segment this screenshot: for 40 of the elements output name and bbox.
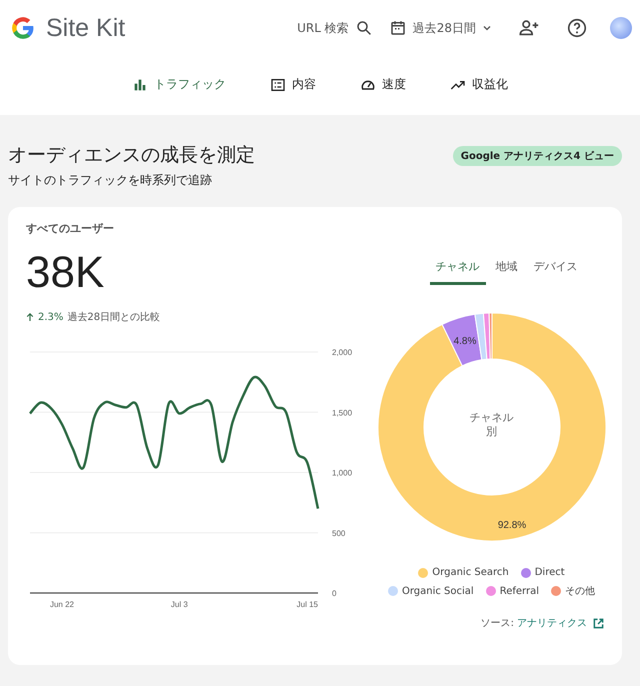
dimension-tab[interactable]: デバイス — [528, 255, 584, 285]
list-icon — [270, 76, 286, 92]
date-range-button[interactable]: 過去28日間 — [388, 19, 492, 37]
legend-label: Organic Social — [402, 586, 474, 596]
legend-label: Organic Search — [432, 567, 509, 578]
source-label: ソース: — [480, 617, 514, 630]
brand-name: Site Kit — [46, 14, 126, 42]
y-axis-label: 1,500 — [332, 408, 352, 418]
x-axis-label: Jul 15 — [296, 600, 318, 609]
dimension-tab[interactable]: チャネル — [430, 255, 486, 285]
x-axis-label: Jun 22 — [50, 600, 74, 609]
legend-label: Direct — [534, 567, 565, 578]
url-search-button[interactable]: URL 検索 — [297, 19, 373, 37]
dimension-tab[interactable]: 地域 — [490, 255, 524, 285]
slice-label: 4.8% — [453, 336, 476, 348]
help-icon[interactable] — [566, 17, 588, 39]
section-title: オーディエンスの成長を測定 — [8, 143, 255, 168]
calendar-icon — [388, 19, 407, 37]
legend-label: Referral — [500, 586, 539, 596]
metric-value: 38K — [26, 248, 106, 298]
arrow-up-icon — [26, 312, 34, 322]
metric-label: すべてのユーザー — [26, 221, 115, 236]
caret-icon — [482, 23, 492, 33]
legend-label: その他 — [565, 585, 595, 598]
bar-chart-icon — [132, 76, 148, 92]
change-note: 過去28日間との比較 — [67, 310, 160, 324]
analytics-view-badge: Google アナリティクス4 ビュー — [452, 146, 622, 166]
change-value: 2.3% — [38, 312, 64, 322]
search-icon — [354, 19, 373, 37]
y-axis-label: 2,000 — [332, 348, 352, 357]
x-axis-label: Jul 3 — [170, 600, 188, 609]
y-axis-label: 1,000 — [332, 468, 352, 478]
analytics-link[interactable]: アナリティクス — [517, 616, 587, 630]
google-g-icon — [10, 15, 36, 41]
section-subtitle: サイトのトラフィックを時系列で追跡 — [8, 172, 213, 189]
external-link-icon — [593, 618, 604, 628]
slice-label: 92.8% — [497, 520, 526, 531]
y-axis-label: 0 — [332, 589, 336, 598]
y-axis-label: 500 — [332, 528, 346, 538]
donut-center-label: チャネル別 — [468, 411, 514, 440]
